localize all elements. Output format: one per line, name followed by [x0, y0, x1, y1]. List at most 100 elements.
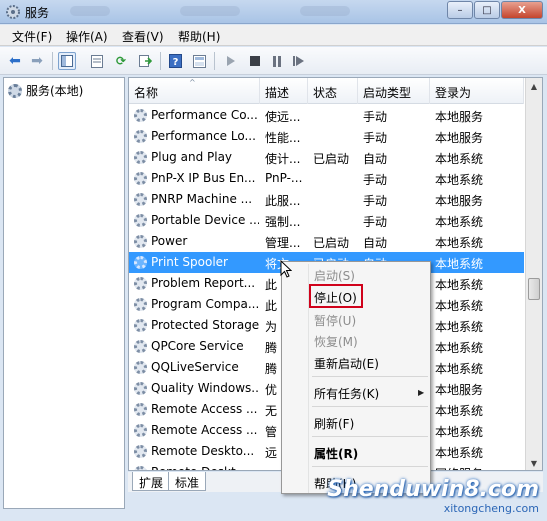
- back-arrow-icon[interactable]: ⬅: [6, 52, 24, 70]
- vertical-scrollbar[interactable]: ▲ ▼: [525, 78, 542, 470]
- console-tree-pane: 服务(本地): [3, 77, 125, 509]
- menu-action[interactable]: 操作(A): [66, 28, 108, 45]
- forward-arrow-icon[interactable]: ➡: [28, 52, 46, 70]
- service-description: PnP-...: [265, 171, 303, 185]
- service-gear-icon: [134, 256, 147, 269]
- column-header-startup-type[interactable]: 启动类型: [358, 78, 430, 104]
- table-row[interactable]: Performance Lo... 性能... 手动 本地服务: [129, 126, 524, 147]
- service-logon-as: 本地服务: [435, 110, 484, 124]
- service-name: Power: [151, 234, 188, 248]
- context-menu: 启动(S) 停止(O) 暂停(U) 恢复(M) 重新启动(E) 所有任务(K) …: [281, 261, 431, 494]
- scroll-up-icon[interactable]: ▲: [526, 78, 542, 95]
- service-logon-as: 本地系统: [435, 341, 484, 355]
- blurred-title-area: [70, 6, 110, 16]
- service-name: Plug and Play: [151, 150, 233, 164]
- menu-help[interactable]: 帮助(H): [178, 28, 220, 45]
- service-name: QPCore Service: [151, 339, 244, 353]
- minimize-button[interactable]: –: [447, 1, 473, 19]
- column-header-logon-as[interactable]: 登录为: [430, 78, 524, 104]
- refresh-icon[interactable]: ⟳: [112, 52, 130, 70]
- ctx-item-refresh[interactable]: 刷新(F): [314, 415, 354, 432]
- export-icon[interactable]: [136, 52, 154, 70]
- ctx-item-all-tasks[interactable]: 所有任务(K): [314, 385, 379, 402]
- service-logon-as: 本地系统: [435, 404, 484, 418]
- table-row[interactable]: Performance Co... 使远... 手动 本地服务: [129, 105, 524, 126]
- menu-view[interactable]: 查看(V): [122, 28, 164, 45]
- service-gear-icon: [134, 130, 147, 143]
- ctx-item-pause[interactable]: 暂停(U): [314, 312, 356, 329]
- service-name: Performance Lo...: [151, 129, 256, 143]
- service-logon-as: 网络服务: [435, 465, 521, 470]
- scroll-down-icon[interactable]: ▼: [526, 455, 542, 470]
- close-button[interactable]: X: [501, 1, 543, 19]
- table-row[interactable]: PNRP Machine ... 此服... 手动 本地服务: [129, 189, 524, 210]
- service-gear-icon: [134, 214, 147, 227]
- services-app-icon: [6, 5, 20, 19]
- context-menu-separator: [312, 466, 428, 467]
- service-gear-icon: [134, 361, 147, 374]
- service-gear-icon: [134, 298, 147, 311]
- tree-root-label: 服务(本地): [26, 84, 84, 98]
- ctx-item-resume[interactable]: 恢复(M): [314, 333, 358, 350]
- service-name: Performance Co...: [151, 108, 258, 122]
- service-gear-icon: [134, 466, 147, 470]
- service-name: PNRP Machine ...: [151, 192, 253, 206]
- service-logon-as: 本地系统: [435, 257, 484, 271]
- column-header-bar: ^ 名称 描述 状态 启动类型 登录为: [129, 78, 524, 104]
- menu-file[interactable]: 文件(F): [12, 28, 52, 45]
- scrollbar-thumb[interactable]: [528, 278, 540, 300]
- mouse-cursor-icon: [280, 260, 292, 278]
- blurred-title-area: [180, 6, 240, 16]
- column-header-description[interactable]: 描述: [260, 78, 308, 104]
- service-logon-as: 本地系统: [435, 362, 484, 376]
- help-icon[interactable]: ?: [166, 52, 184, 70]
- column-header-status[interactable]: 状态: [308, 78, 358, 104]
- ctx-item-properties[interactable]: 属性(R): [314, 445, 358, 462]
- service-gear-icon: [134, 445, 147, 458]
- service-logon-as: 本地系统: [435, 299, 484, 313]
- view-icon[interactable]: [190, 52, 208, 70]
- table-row[interactable]: Portable Device ... 强制... 手动 本地系统: [129, 210, 524, 231]
- table-row[interactable]: Power 管理... 已启动 自动 本地系统: [129, 231, 524, 252]
- service-name: Remote Deskto...: [151, 444, 255, 458]
- tree-root-services-local[interactable]: 服务(本地): [8, 82, 83, 99]
- ctx-item-start[interactable]: 启动(S): [314, 267, 355, 284]
- service-logon-as: 本地系统: [435, 446, 484, 460]
- svg-text:?: ?: [172, 57, 178, 68]
- service-startup-type: 手动: [363, 110, 388, 124]
- console-tree-icon[interactable]: [58, 52, 76, 70]
- service-description: 使远...: [265, 110, 301, 124]
- restart-icon[interactable]: [290, 52, 308, 70]
- start-icon[interactable]: [222, 52, 240, 70]
- service-name: Program Compa...: [151, 297, 259, 311]
- title-bar: 服务 – □ X: [0, 0, 547, 24]
- properties-sheet-icon[interactable]: [88, 52, 106, 70]
- service-startup-type: 手动: [363, 194, 388, 208]
- tab-standard[interactable]: 标准: [168, 472, 207, 491]
- table-row[interactable]: PnP-X IP Bus En... PnP-... 手动 本地系统: [129, 168, 524, 189]
- window-title: 服务: [25, 6, 50, 20]
- service-gear-icon: [134, 277, 147, 290]
- tab-extended[interactable]: 扩展: [132, 472, 171, 491]
- maximize-button[interactable]: □: [474, 1, 500, 19]
- service-logon-as: 本地系统: [435, 173, 484, 187]
- column-header-name[interactable]: ^ 名称: [129, 78, 260, 104]
- service-gear-icon: [134, 340, 147, 353]
- table-row[interactable]: Plug and Play 使计... 已启动 自动 本地系统: [129, 147, 524, 168]
- submenu-arrow-icon: ▶: [418, 388, 425, 397]
- service-logon-as: 本地系统: [435, 236, 484, 250]
- service-description: 强制...: [265, 215, 301, 229]
- pause-icon[interactable]: [268, 52, 286, 70]
- service-name: Remote Deskt...: [151, 465, 259, 470]
- service-name: Remote Access ...: [151, 402, 258, 416]
- service-logon-as: 本地系统: [435, 278, 484, 292]
- ctx-item-restart[interactable]: 重新启动(E): [314, 355, 379, 372]
- service-logon-as: 本地系统: [435, 425, 484, 439]
- service-startup-type: 手动: [363, 215, 388, 229]
- service-name: Print Spooler: [151, 255, 228, 269]
- stop-highlight-box: [309, 284, 363, 308]
- toolbar-divider: [160, 52, 161, 70]
- service-name: Problem Report...: [151, 276, 256, 290]
- service-description: 性能...: [265, 131, 301, 145]
- stop-icon[interactable]: [246, 52, 264, 70]
